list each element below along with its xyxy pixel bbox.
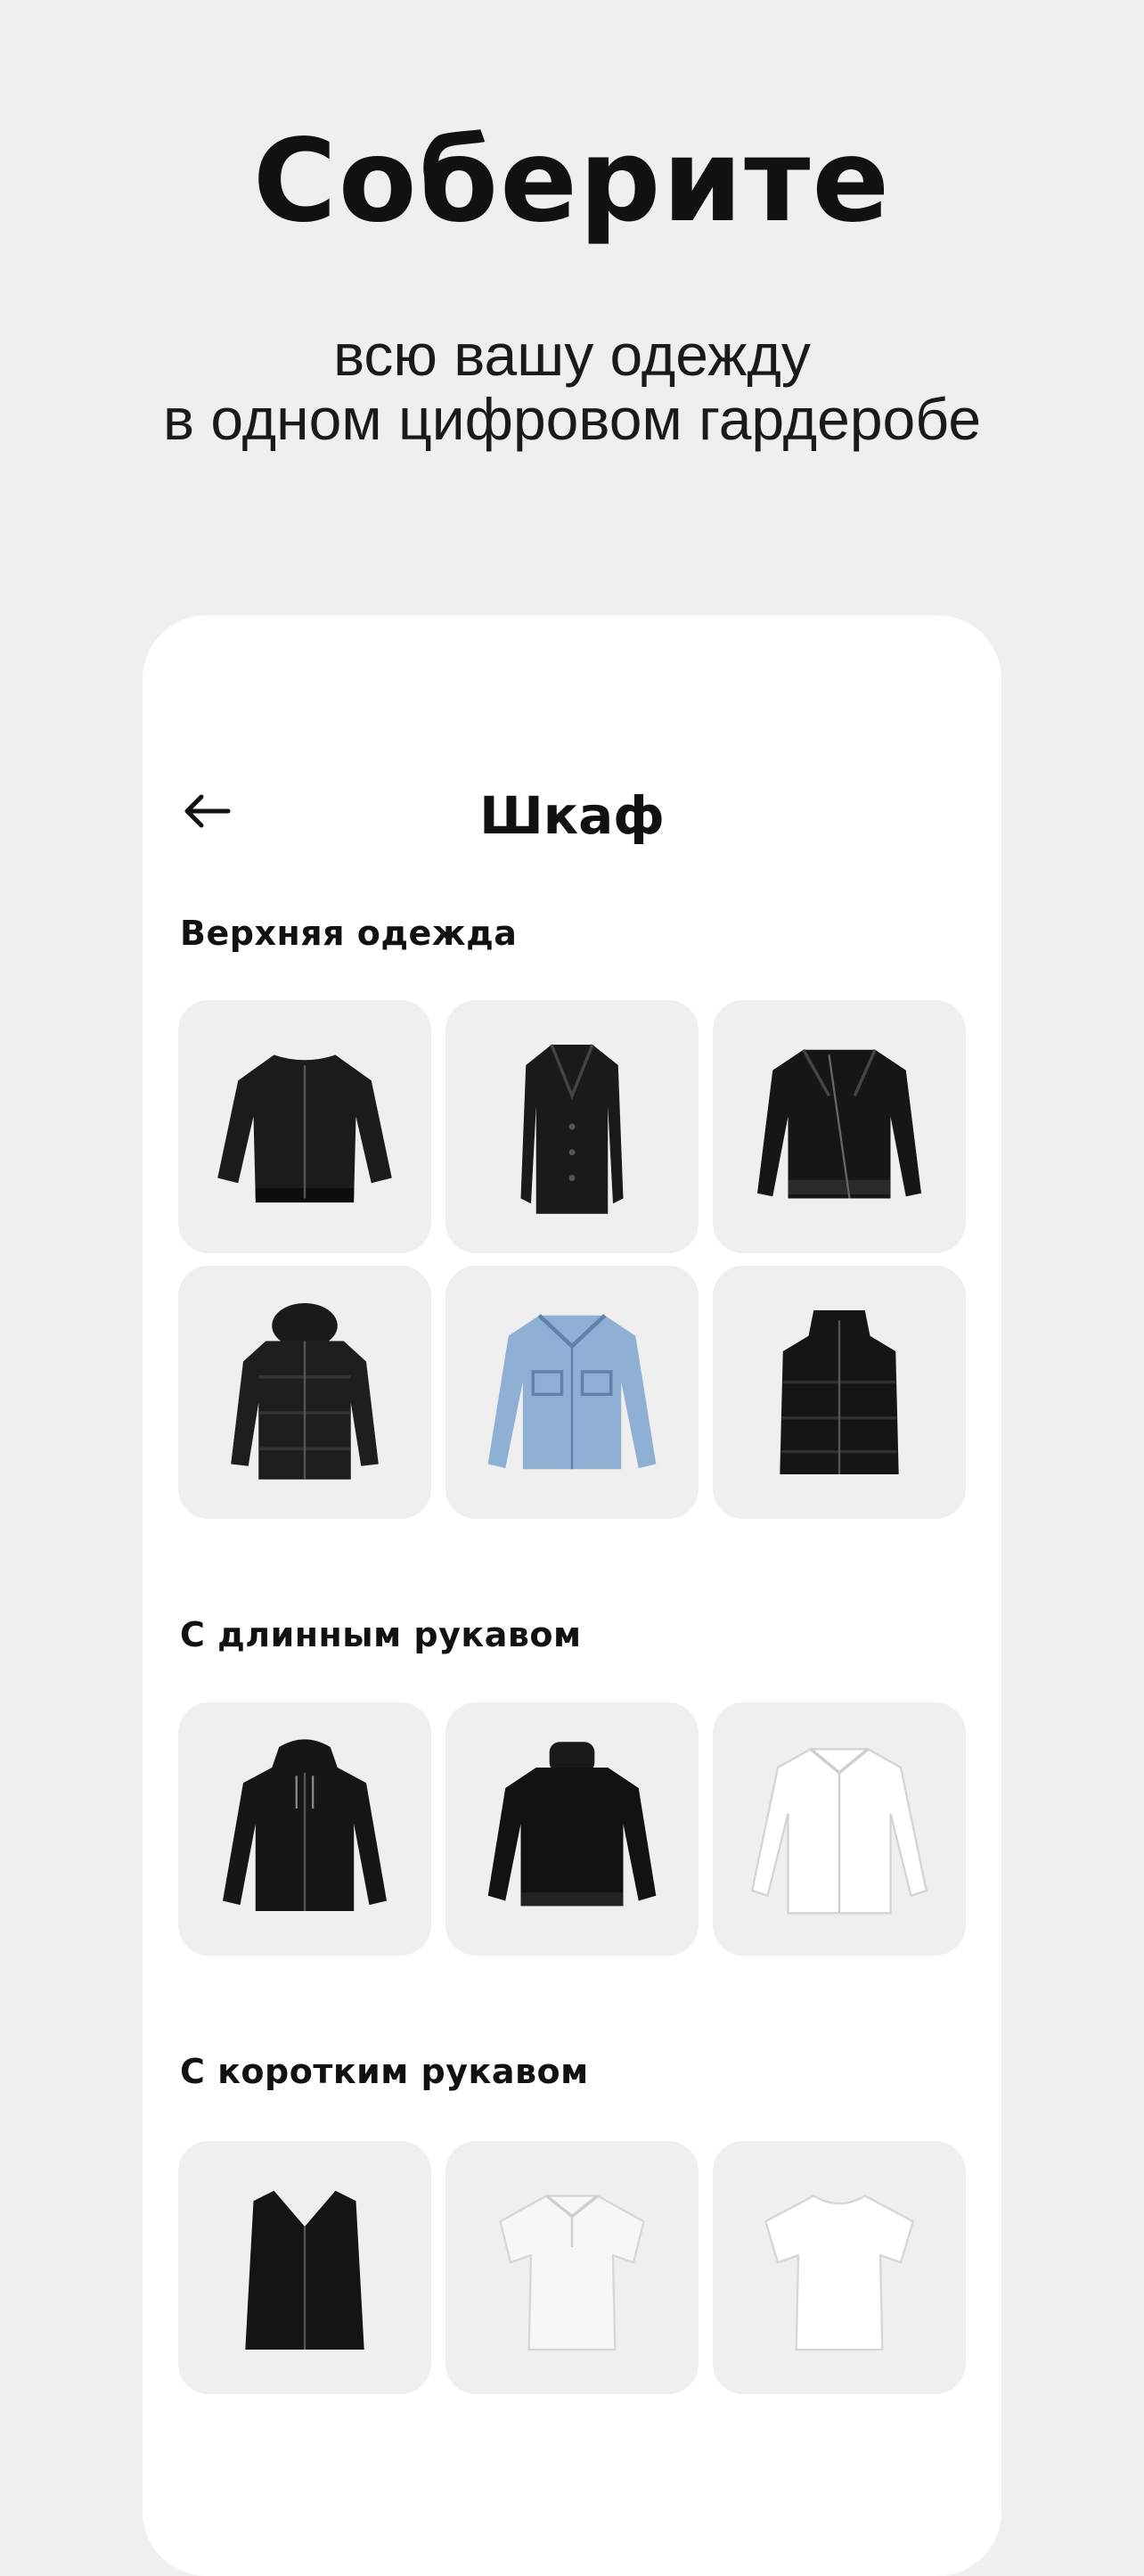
item-denim-jacket[interactable] [445,1266,699,1519]
white-tshirt-icon [764,2195,915,2351]
screen-title: Шкаф [479,785,665,846]
white-shirt-icon [750,1747,928,1915]
white-polo-icon [499,2195,645,2351]
item-black-hoodie[interactable] [178,1702,431,1956]
bomber-jacket-icon [217,1054,392,1203]
hero-title: Соберите [252,115,892,248]
item-puffer-vest[interactable] [713,1266,966,1519]
phone-screen: Шкаф Верхняя одежда С длинным рукавом С … [143,615,1001,2576]
short-sleeve-grid [178,2141,966,2394]
item-white-shirt[interactable] [713,1702,966,1956]
black-vest-icon [245,2190,364,2350]
item-puffer-jacket[interactable] [178,1266,431,1519]
item-black-sweater[interactable] [445,1702,699,1956]
black-sweater-icon [487,1742,657,1907]
long-sleeve-grid [178,1702,966,1956]
item-black-coat[interactable] [445,1000,699,1253]
hero-subtitle: всю вашу одежду в одном цифровом гардеро… [0,323,1144,451]
section-title-outerwear: Верхняя одежда [180,914,518,953]
item-white-tshirt[interactable] [713,2141,966,2394]
leather-jacket-icon [757,1048,921,1199]
item-black-vest[interactable] [178,2141,431,2394]
puffer-jacket-icon [231,1302,379,1480]
item-bomber-jacket[interactable] [178,1000,431,1253]
item-white-polo[interactable] [445,2141,699,2394]
denim-jacket-icon [487,1314,657,1470]
black-hoodie-icon [223,1739,387,1911]
hero-subtitle-line-1: всю вашу одежду [333,322,811,388]
puffer-vest-icon [780,1310,899,1474]
black-coat-icon [520,1044,624,1214]
section-title-long-sleeve: С длинным рукавом [180,1615,582,1654]
section-title-short-sleeve: С коротким рукавом [180,2052,589,2091]
item-leather-jacket[interactable] [713,1000,966,1253]
hero-subtitle-line-2: в одном цифровом гардеробе [162,386,982,452]
outerwear-grid [178,1000,966,1519]
